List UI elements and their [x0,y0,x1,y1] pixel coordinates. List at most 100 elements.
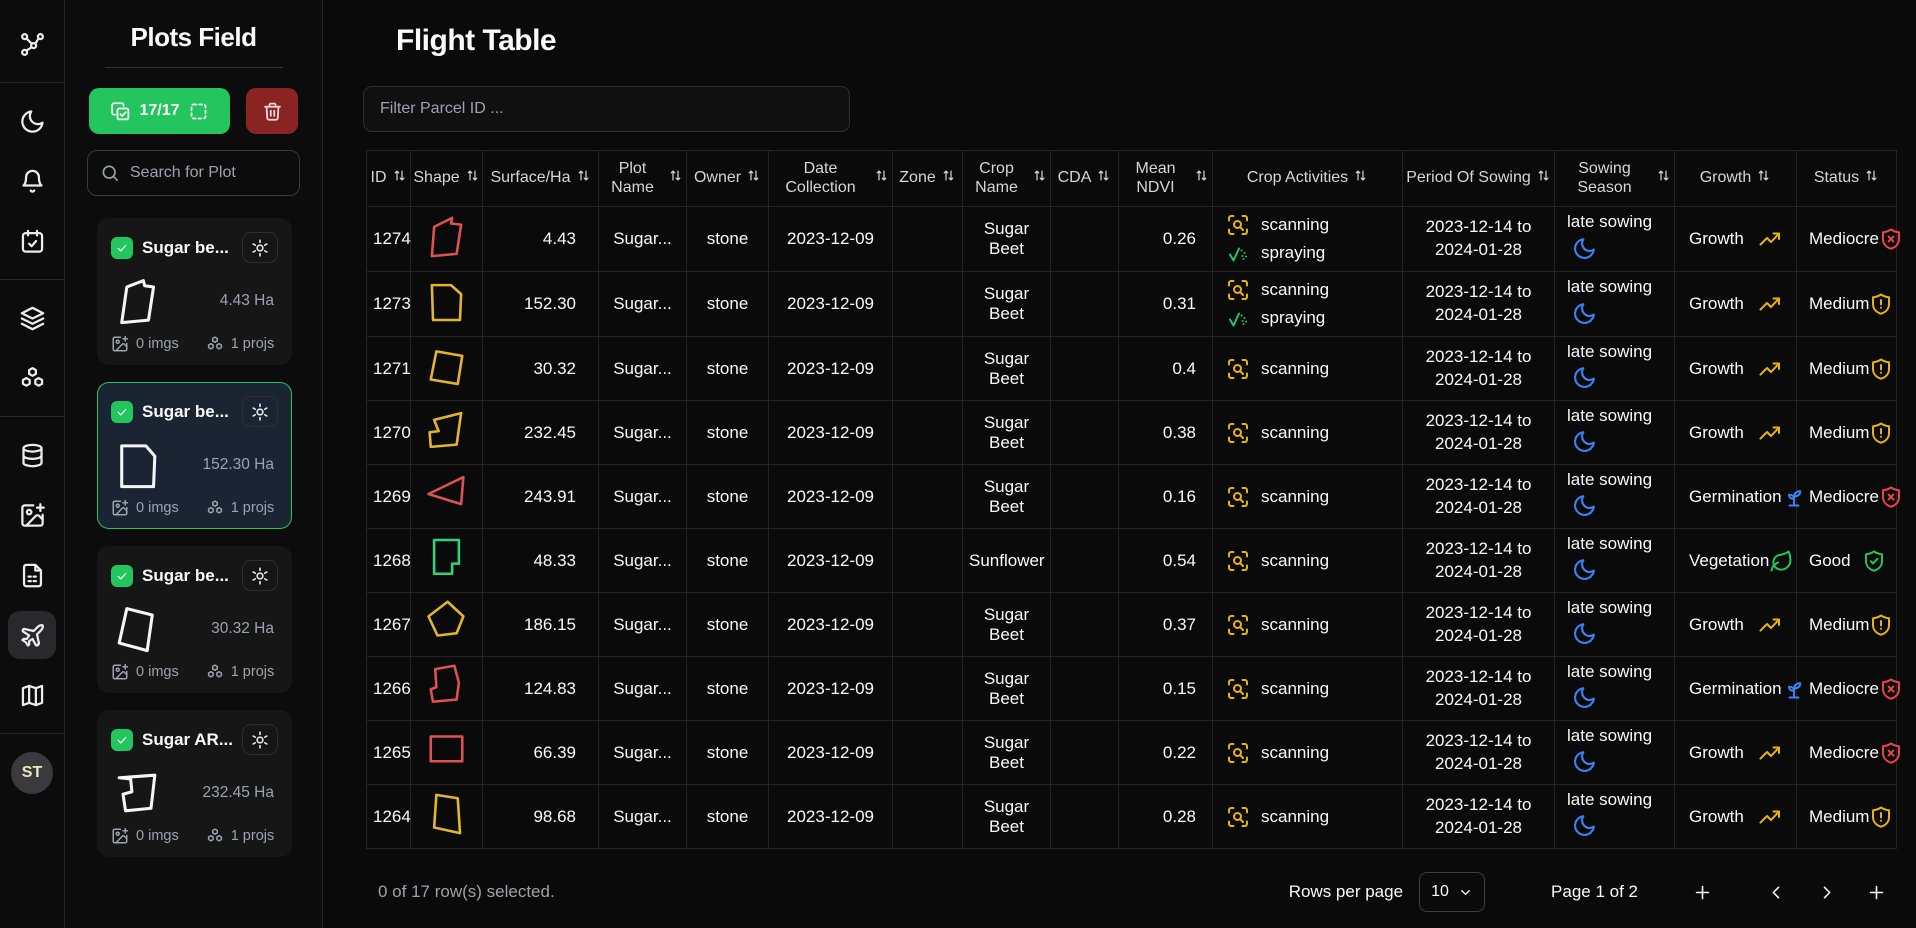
rail-item-calendar-check[interactable] [8,217,56,265]
rail-item-database[interactable] [8,431,56,479]
column-header[interactable]: Crop Activities [1213,151,1403,207]
cell-plot-name: Sugar... [599,465,687,529]
cell-sowing-season: late sowing [1555,207,1675,272]
column-header[interactable]: Date Collection [769,151,893,207]
flight-row[interactable]: 126566.39Sugar...stone2023-12-09Sugar Be… [367,721,1897,785]
rows-per-page-select[interactable]: 10 [1419,872,1485,912]
column-header[interactable]: Growth [1675,151,1797,207]
rail-item-moon[interactable] [8,97,56,145]
column-header[interactable]: Owner [687,151,769,207]
cell-shape [411,593,483,657]
plot-card[interactable]: Sugar be...152.30 Ha0 imgs1 projs [97,382,292,529]
cell-surface: 4.43 [483,207,599,272]
column-header[interactable]: Plot Name [599,151,687,207]
cell-surface: 48.33 [483,529,599,593]
cell-plot-name: Sugar... [599,272,687,337]
activity-label: scanning [1261,551,1329,571]
column-header[interactable]: CDA [1051,151,1119,207]
cell-id: 1265 [367,721,411,785]
filter-parcel-input[interactable] [363,86,850,132]
rail-item-bell[interactable] [8,157,56,205]
plots-panel-title: Plots Field [65,22,322,53]
image-plus-icon [111,499,129,517]
plot-card[interactable]: Sugar be...4.43 Ha0 imgs1 projs [97,218,292,365]
activity-label: scanning [1261,215,1329,235]
sort-icon [746,168,761,188]
add-button-right[interactable] [1856,872,1896,912]
plot-card[interactable]: Sugar be...30.32 Ha0 imgs1 projs [97,546,292,693]
sort-icon [1536,168,1551,188]
plot-settings-button[interactable] [242,232,278,263]
column-header[interactable]: Zone [893,151,963,207]
flight-row[interactable]: 1270232.45Sugar...stone2023-12-09Sugar B… [367,401,1897,465]
column-header[interactable]: Crop Name [963,151,1051,207]
column-header[interactable]: Shape [411,151,483,207]
cell-shape [411,721,483,785]
cell-surface: 152.30 [483,272,599,337]
delete-plots-button[interactable] [246,88,298,134]
plot-checkbox[interactable] [111,565,133,587]
flight-row[interactable]: 12744.43Sugar...stone2023-12-09Sugar Bee… [367,207,1897,272]
sort-icon [392,168,407,188]
plot-card[interactable]: Sugar AR...232.45 Ha0 imgs1 projs [97,710,292,857]
column-header[interactable]: ID [367,151,411,207]
rail-item-file-spreadsheet[interactable] [8,551,56,599]
rail-item-layers[interactable] [8,294,56,342]
column-header[interactable]: Surface/Ha [483,151,599,207]
shield-check-icon [1862,549,1886,573]
cell-sowing-season: late sowing [1555,337,1675,401]
select-all-plots-button[interactable]: 17/17 [89,88,230,134]
plot-settings-button[interactable] [242,396,278,427]
cell-mean-ndvi: 0.54 [1119,529,1213,593]
cell-plot-name: Sugar... [599,593,687,657]
user-avatar[interactable]: ST [11,752,53,794]
shield-x-icon [1879,677,1903,701]
rail-item-plane[interactable] [8,611,56,659]
cell-period-of-sowing: 2023-12-14 to 2024-01-28 [1403,785,1555,849]
flight-row[interactable]: 127130.32Sugar...stone2023-12-09Sugar Be… [367,337,1897,401]
plot-settings-button[interactable] [242,560,278,591]
rail-item-map[interactable] [8,671,56,719]
parcel-shape [424,277,469,327]
map-icon [19,682,46,709]
next-page-button[interactable] [1806,872,1846,912]
plot-checkbox[interactable] [111,237,133,259]
add-button-left[interactable] [1682,872,1722,912]
cell-id: 1264 [367,785,411,849]
flight-row[interactable]: 1266124.83Sugar...stone2023-12-09Sugar B… [367,657,1897,721]
cell-growth: Growth [1675,593,1797,657]
plot-search-input[interactable] [130,164,287,182]
cell-zone [893,337,963,401]
previous-page-button[interactable] [1756,872,1796,912]
plot-checkbox[interactable] [111,729,133,751]
cell-cda [1051,207,1119,272]
activity-label: spraying [1261,243,1325,263]
sort-icon [465,168,480,188]
cell-date-collection: 2023-12-09 [769,529,893,593]
cell-crop-name: Sugar Beet [963,272,1051,337]
plot-settings-button[interactable] [242,724,278,755]
scan-search-icon [1226,613,1250,637]
plot-projects-count: 1 projs [206,499,275,517]
column-header[interactable]: Mean NDVI [1119,151,1213,207]
plot-checkbox[interactable] [111,401,133,423]
flight-row[interactable]: 126498.68Sugar...stone2023-12-09Sugar Be… [367,785,1897,849]
column-header[interactable]: Status [1797,151,1897,207]
cell-period-of-sowing: 2023-12-14 to 2024-01-28 [1403,465,1555,529]
cell-mean-ndvi: 0.28 [1119,785,1213,849]
cell-plot-name: Sugar... [599,657,687,721]
rail-item-image-plus[interactable] [8,491,56,539]
flight-row[interactable]: 1269243.91Sugar...stone2023-12-09Sugar B… [367,465,1897,529]
flight-row[interactable]: 1267186.15Sugar...stone2023-12-09Sugar B… [367,593,1897,657]
column-header[interactable]: Sowing Season [1555,151,1675,207]
rail-item-network[interactable] [8,20,56,68]
shield-alert-icon [1869,292,1893,316]
rail-item-boxes[interactable] [8,354,56,402]
column-header[interactable]: Period Of Sowing [1403,151,1555,207]
cell-surface: 66.39 [483,721,599,785]
flight-row[interactable]: 126848.33Sugar...stone2023-12-09Sunflowe… [367,529,1897,593]
cell-sowing-season: late sowing [1555,529,1675,593]
activity-label: scanning [1261,807,1329,827]
flight-row[interactable]: 1273152.30Sugar...stone2023-12-09Sugar B… [367,272,1897,337]
cell-sowing-season: late sowing [1555,593,1675,657]
